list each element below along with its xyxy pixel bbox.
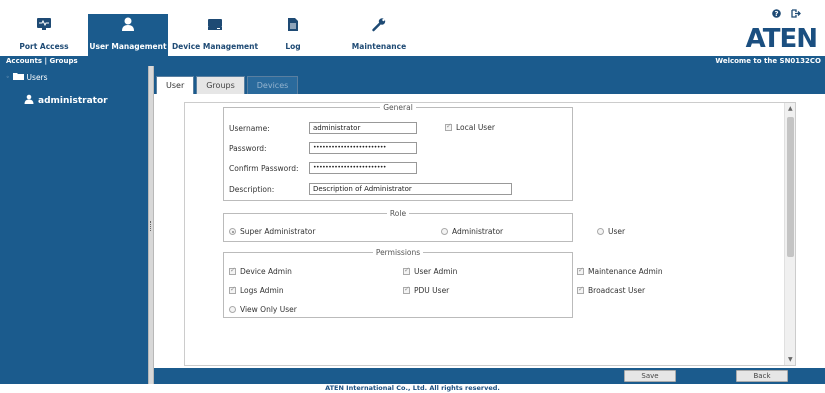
tab-maintenance-label: Maintenance bbox=[351, 42, 407, 51]
device-icon bbox=[207, 17, 223, 33]
top-navigation: Port Access User Management Device Manag… bbox=[0, 0, 825, 56]
permission-radio[interactable] bbox=[229, 306, 236, 313]
tab-devices[interactable]: Devices bbox=[246, 76, 299, 94]
permission-maintenance-admin[interactable]: Maintenance Admin bbox=[577, 266, 663, 276]
permission-label: Device Admin bbox=[240, 267, 292, 276]
tab-log-label: Log bbox=[285, 42, 301, 51]
role-option-user[interactable]: User bbox=[597, 227, 625, 236]
permission-view-only-user[interactable]: View Only User bbox=[229, 305, 297, 314]
permission-label: Maintenance Admin bbox=[588, 267, 663, 276]
wrench-icon bbox=[372, 17, 387, 34]
tree-item-administrator[interactable]: administrator bbox=[24, 94, 108, 107]
port-access-icon bbox=[36, 17, 52, 33]
local-user-label: Local User bbox=[456, 123, 495, 132]
folder-icon bbox=[12, 72, 24, 82]
tab-maintenance[interactable]: Maintenance bbox=[330, 14, 428, 56]
confirm-password-input[interactable]: •••••••••••••••••••••••• bbox=[309, 162, 417, 174]
role-label: User bbox=[608, 227, 626, 236]
tree-node-users-label: Users bbox=[26, 72, 48, 82]
scrollbar-thumb[interactable] bbox=[787, 117, 794, 257]
content-area: General Username: administrator Local Us… bbox=[154, 94, 825, 368]
svg-text:?: ? bbox=[774, 10, 778, 18]
password-label: Password: bbox=[229, 144, 267, 153]
tab-port-access[interactable]: Port Access bbox=[0, 14, 88, 56]
password-input[interactable]: •••••••••••••••••••••••• bbox=[309, 142, 417, 154]
role-radio[interactable] bbox=[597, 228, 604, 235]
groups-link[interactable]: Groups bbox=[49, 57, 77, 65]
permission-checkbox[interactable] bbox=[577, 266, 584, 275]
permission-checkbox[interactable] bbox=[403, 266, 410, 275]
username-input[interactable]: administrator bbox=[309, 122, 417, 134]
main-area: User Groups Devices General Username: ad… bbox=[154, 66, 825, 384]
confirm-password-label: Confirm Password: bbox=[229, 164, 299, 173]
sidebar: ◦ Users administrator bbox=[0, 66, 148, 384]
scroll-up-icon[interactable]: ▲ bbox=[788, 105, 793, 112]
accounts-link[interactable]: Accounts bbox=[6, 57, 42, 65]
tree-node-users[interactable]: ◦ Users bbox=[6, 72, 48, 82]
logout-icon[interactable] bbox=[791, 9, 801, 20]
action-bar: Save Back bbox=[154, 368, 825, 384]
permission-checkbox[interactable] bbox=[403, 285, 410, 294]
sub-header: Accounts | Groups Welcome to the SN0132C… bbox=[0, 56, 825, 66]
tree-item-label: administrator bbox=[38, 95, 108, 106]
role-legend: Role bbox=[389, 209, 407, 218]
user-form-panel: General Username: administrator Local Us… bbox=[184, 102, 796, 366]
permission-checkbox[interactable] bbox=[229, 285, 236, 294]
description-input[interactable]: Description of Administrator bbox=[309, 183, 512, 195]
permission-user-admin[interactable]: User Admin bbox=[403, 266, 458, 276]
footer-copyright: ATEN International Co., Ltd. All rights … bbox=[0, 384, 825, 393]
welcome-text: Welcome to the SN0132CO bbox=[715, 57, 821, 65]
tab-port-access-label: Port Access bbox=[19, 42, 69, 51]
help-icon[interactable]: ? bbox=[772, 9, 781, 20]
tab-log[interactable]: Log bbox=[262, 14, 324, 56]
subbar-separator: | bbox=[44, 57, 48, 65]
tab-device-management-label: Device Management bbox=[171, 42, 259, 51]
tab-user-management-label: User Management bbox=[89, 42, 167, 51]
permission-label: PDU User bbox=[414, 286, 450, 295]
role-radio[interactable] bbox=[441, 228, 448, 235]
permission-checkbox[interactable] bbox=[229, 266, 236, 275]
role-label: Super Administrator bbox=[240, 227, 316, 236]
permission-label: Logs Admin bbox=[240, 286, 284, 295]
general-legend: General bbox=[383, 103, 413, 112]
tab-groups[interactable]: Groups bbox=[196, 76, 245, 94]
scroll-down-icon[interactable]: ▼ bbox=[788, 356, 793, 363]
permission-device-admin[interactable]: Device Admin bbox=[229, 266, 292, 276]
permissions-legend: Permissions bbox=[375, 248, 421, 257]
content-tabs: User Groups Devices bbox=[156, 76, 300, 94]
username-label: Username: bbox=[229, 124, 270, 133]
user-icon bbox=[24, 94, 34, 107]
permission-pdu-user[interactable]: PDU User bbox=[403, 285, 450, 295]
permission-checkbox[interactable] bbox=[577, 285, 584, 294]
back-button[interactable]: Back bbox=[736, 370, 788, 382]
permission-label: View Only User bbox=[240, 305, 297, 314]
log-icon bbox=[287, 17, 299, 34]
expand-icon[interactable]: ◦ bbox=[6, 74, 10, 81]
description-label: Description: bbox=[229, 185, 275, 194]
tab-device-management[interactable]: Device Management bbox=[168, 14, 262, 56]
tab-user-management[interactable]: User Management bbox=[88, 14, 168, 56]
permission-label: Broadcast User bbox=[588, 286, 646, 295]
role-option-administrator[interactable]: Administrator bbox=[441, 227, 503, 236]
aten-logo: ATEN bbox=[745, 24, 818, 54]
tab-user[interactable]: User bbox=[156, 76, 195, 94]
permission-logs-admin[interactable]: Logs Admin bbox=[229, 285, 284, 295]
local-user-checkbox[interactable] bbox=[445, 122, 452, 131]
local-user-option[interactable]: Local User bbox=[445, 122, 495, 132]
vertical-scrollbar[interactable]: ▲ ▼ bbox=[784, 103, 795, 365]
permission-broadcast-user[interactable]: Broadcast User bbox=[577, 285, 646, 295]
role-group: Role bbox=[223, 209, 573, 242]
permission-label: User Admin bbox=[414, 267, 458, 276]
role-label: Administrator bbox=[452, 227, 504, 236]
save-button[interactable]: Save bbox=[624, 370, 676, 382]
role-radio[interactable] bbox=[229, 228, 236, 235]
role-option-super-administrator[interactable]: Super Administrator bbox=[229, 227, 315, 236]
user-icon bbox=[121, 17, 135, 34]
